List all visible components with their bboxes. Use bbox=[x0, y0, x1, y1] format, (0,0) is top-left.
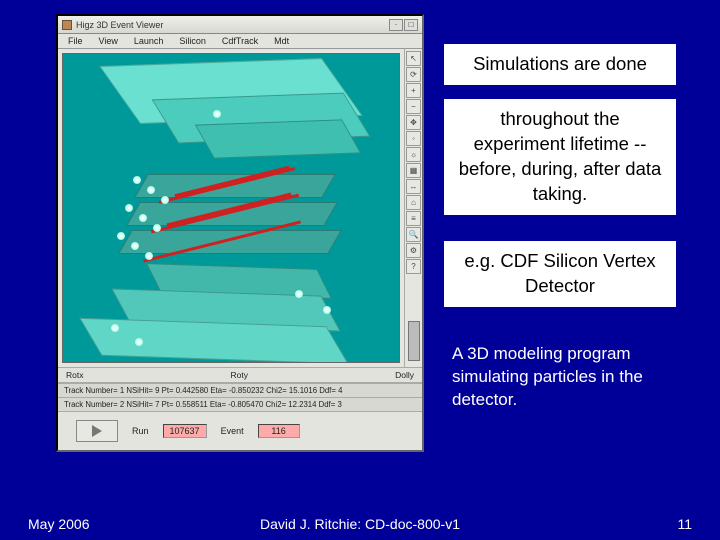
maximize-button[interactable]: □ bbox=[404, 19, 418, 31]
play-button[interactable] bbox=[76, 420, 118, 442]
menu-launch[interactable]: Launch bbox=[126, 35, 172, 47]
event-viewer-window: Higz 3D Event Viewer · □ File View Launc… bbox=[56, 14, 424, 452]
cfg-icon[interactable]: ⚙ bbox=[406, 243, 421, 258]
tool-palette: ↖ ⟳ + − ✥ ◦ ☼ ▦ ↔ ⌂ ≡ 🔍 ⚙ ? bbox=[404, 49, 422, 367]
footer-page: 11 bbox=[677, 516, 692, 532]
slide-footer: May 2006 David J. Ritchie: CD-doc-800-v1… bbox=[0, 516, 720, 532]
app-icon bbox=[62, 20, 72, 30]
viewer-area: ↖ ⟳ + − ✥ ◦ ☼ ▦ ↔ ⌂ ≡ 🔍 ⚙ ? bbox=[58, 49, 422, 367]
viewport-3d[interactable] bbox=[62, 53, 400, 363]
menu-mdt[interactable]: Mdt bbox=[266, 35, 297, 47]
reset-icon[interactable]: ⌂ bbox=[406, 195, 421, 210]
pref-icon[interactable]: ≡ bbox=[406, 211, 421, 226]
text-box-3: e.g. CDF Silicon Vertex Detector bbox=[444, 241, 676, 307]
menu-bar: File View Launch Silicon CdfTrack Mdt bbox=[58, 34, 422, 49]
zoom-out-icon[interactable]: − bbox=[406, 99, 421, 114]
minimize-button[interactable]: · bbox=[389, 19, 403, 31]
pick-icon[interactable]: ◦ bbox=[406, 131, 421, 146]
track-info-1: Track Number= 1 NSiHit= 9 Pt= 0.442580 E… bbox=[58, 383, 422, 397]
controls-bar: Run 107637 Event 116 bbox=[58, 411, 422, 450]
status-rotx: Rotx bbox=[66, 370, 83, 380]
text-column: Simulations are done throughout the expe… bbox=[444, 14, 676, 412]
scrollbar-thumb[interactable] bbox=[408, 321, 420, 361]
status-dolly: Dolly bbox=[395, 370, 414, 380]
light-icon[interactable]: ☼ bbox=[406, 147, 421, 162]
event-field[interactable]: 116 bbox=[258, 424, 300, 438]
play-icon bbox=[92, 425, 102, 437]
text-box-2: throughout the experiment lifetime -- be… bbox=[444, 99, 676, 215]
pan-icon[interactable]: ✥ bbox=[406, 115, 421, 130]
rotate-icon[interactable]: ⟳ bbox=[406, 67, 421, 82]
help-icon[interactable]: ? bbox=[406, 259, 421, 274]
measure-icon[interactable]: ↔ bbox=[406, 179, 421, 194]
shade-icon[interactable]: ▦ bbox=[406, 163, 421, 178]
footer-author: David J. Ritchie: CD-doc-800-v1 bbox=[0, 516, 720, 532]
status-strip: Rotx Roty Dolly bbox=[58, 367, 422, 383]
text-box-1: Simulations are done bbox=[444, 44, 676, 85]
run-field[interactable]: 107637 bbox=[163, 424, 207, 438]
track-info-2: Track Number= 2 NSiHit= 7 Pt= 0.558511 E… bbox=[58, 397, 422, 411]
menu-silicon[interactable]: Silicon bbox=[171, 35, 214, 47]
zoom-in-icon[interactable]: + bbox=[406, 83, 421, 98]
event-label: Event bbox=[221, 426, 244, 436]
caption-text: A 3D modeling program simulating particl… bbox=[444, 343, 676, 412]
mag-icon[interactable]: 🔍 bbox=[406, 227, 421, 242]
titlebar: Higz 3D Event Viewer · □ bbox=[58, 16, 422, 34]
status-roty: Roty bbox=[231, 370, 248, 380]
arrow-icon[interactable]: ↖ bbox=[406, 51, 421, 66]
window-title: Higz 3D Event Viewer bbox=[76, 20, 385, 30]
menu-file[interactable]: File bbox=[60, 35, 91, 47]
menu-cdftrack[interactable]: CdfTrack bbox=[214, 35, 266, 47]
menu-view[interactable]: View bbox=[91, 35, 126, 47]
run-label: Run bbox=[132, 426, 149, 436]
